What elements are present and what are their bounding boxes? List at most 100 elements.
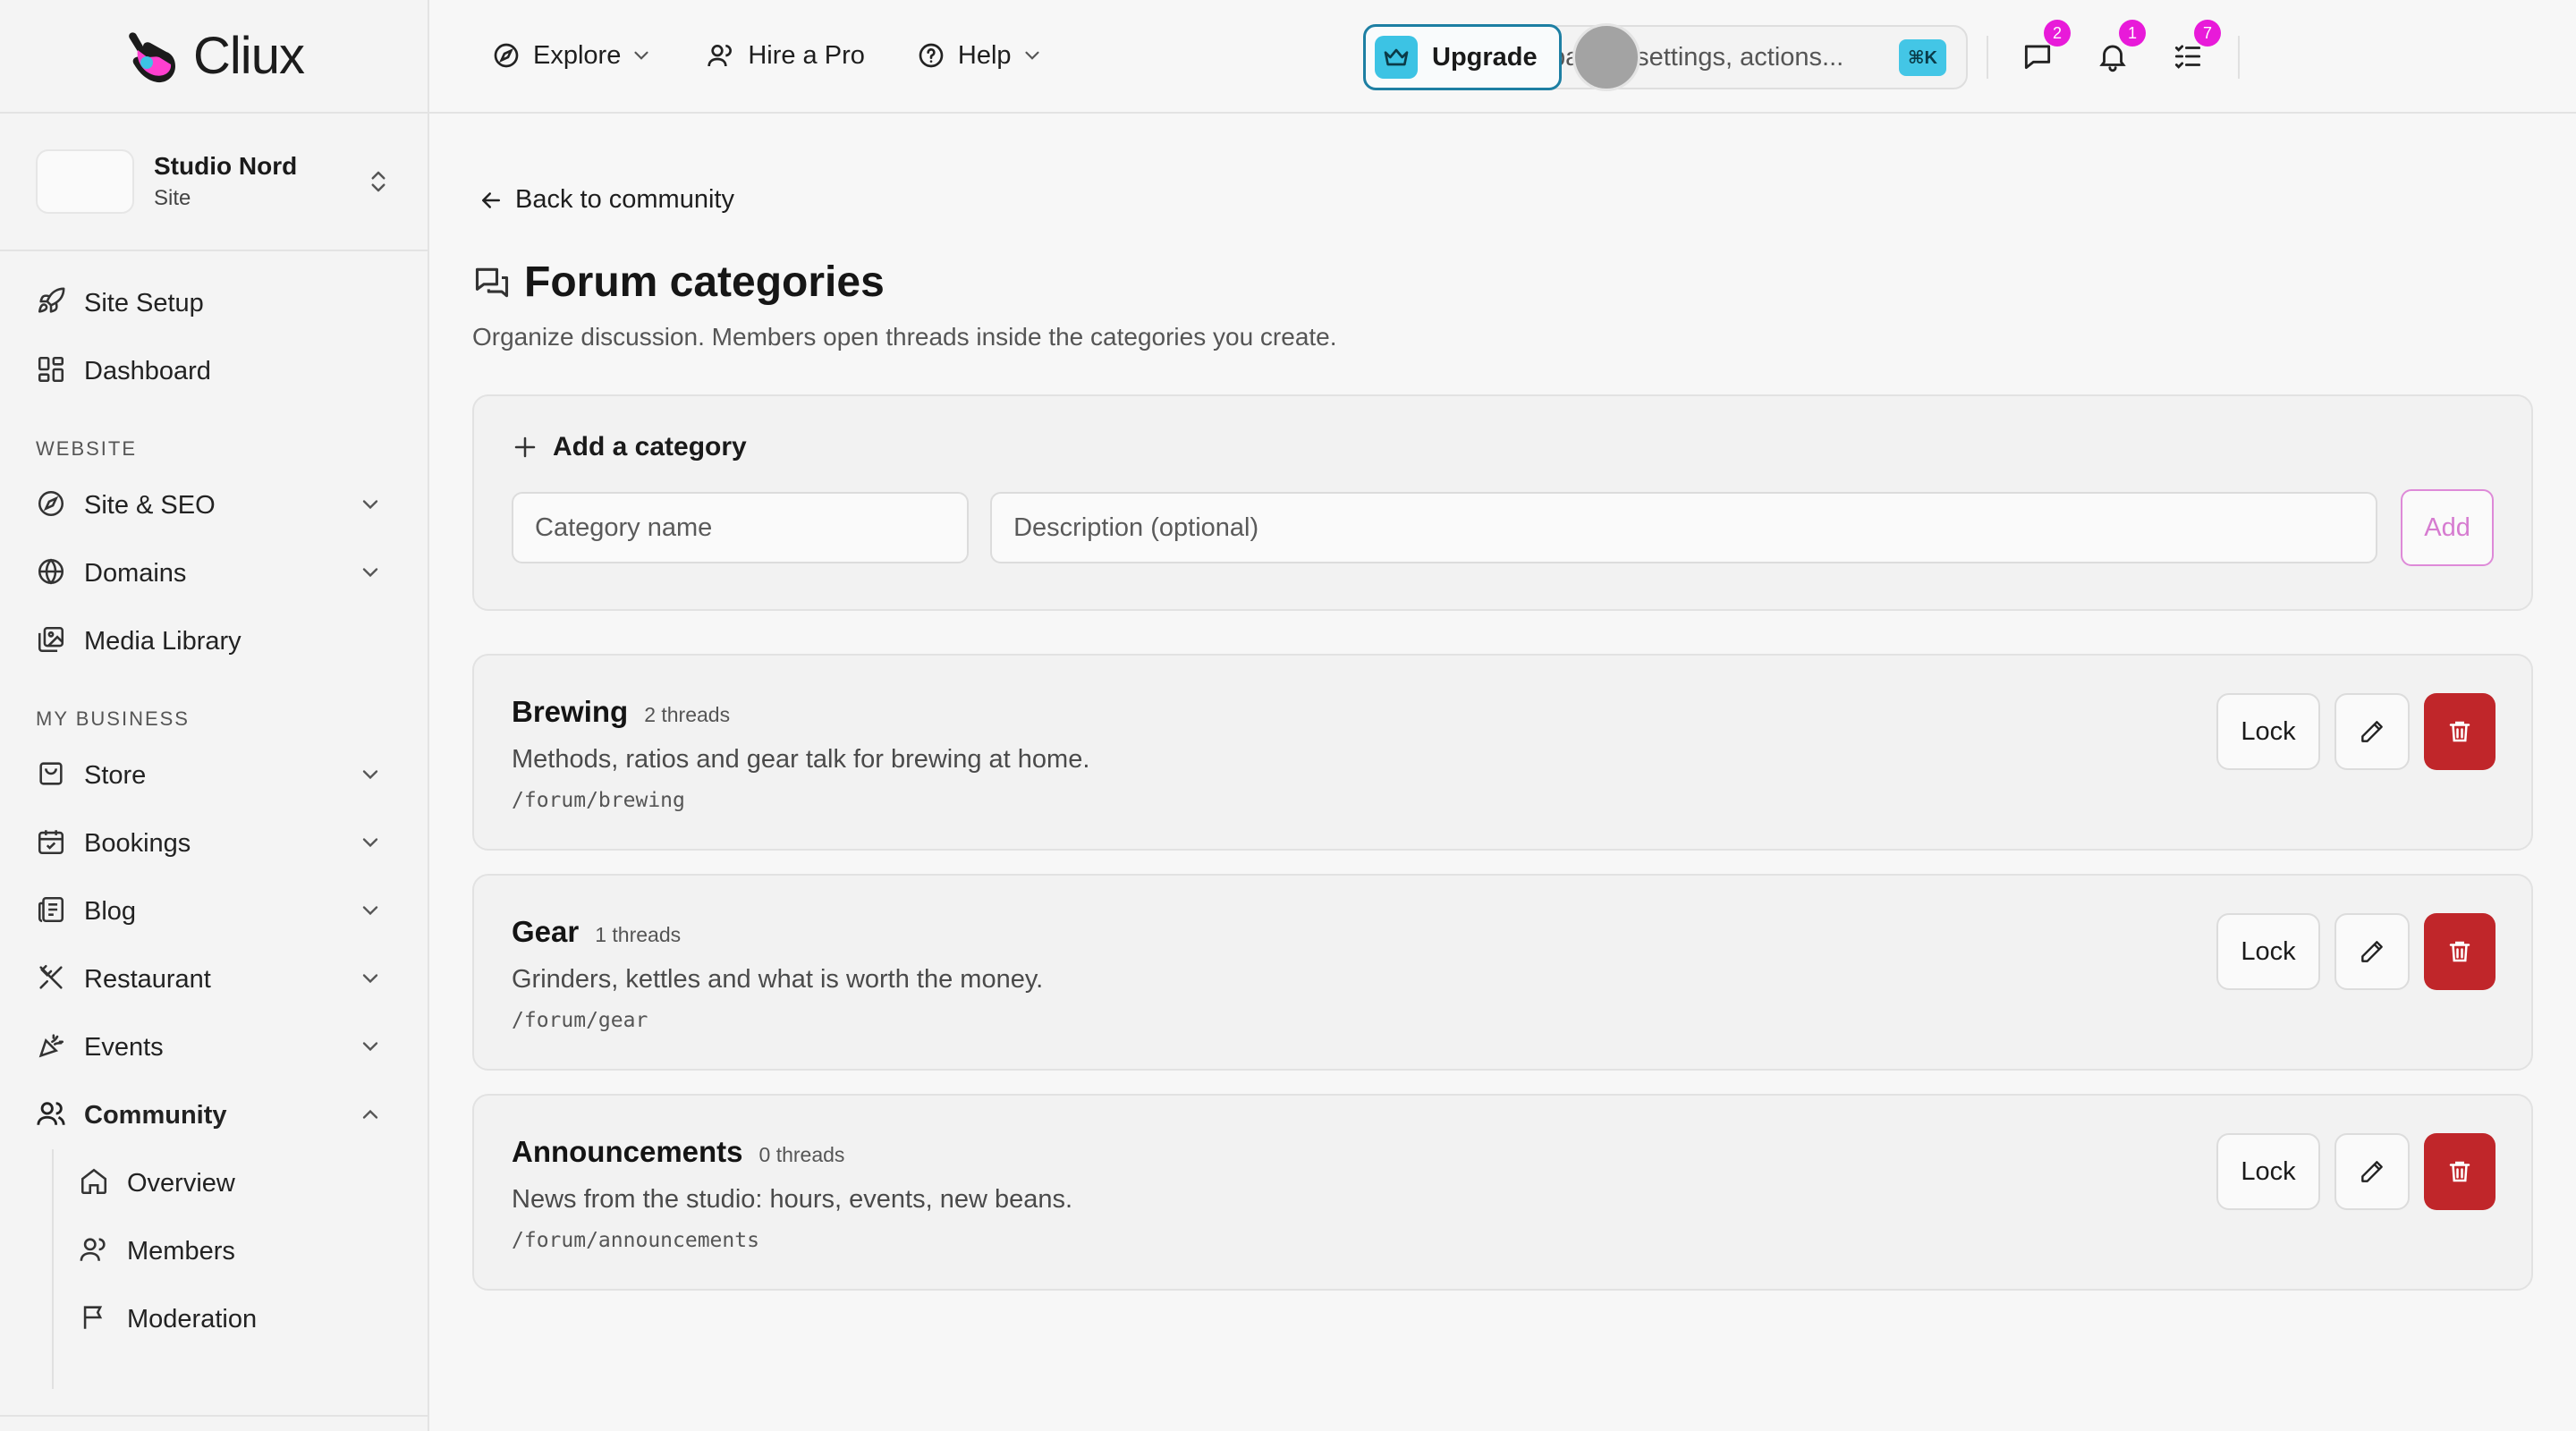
media-icon <box>36 624 70 658</box>
edit-button[interactable] <box>2334 693 2410 770</box>
sidebar-item-members[interactable]: Members <box>0 1217 428 1285</box>
sidebar-item-label: Community <box>84 1100 227 1130</box>
keyboard-shortcut: ⌘K <box>1899 38 1946 76</box>
lock-button[interactable]: Lock <box>2216 913 2320 990</box>
messages-badge: 2 <box>2044 20 2071 47</box>
chevron-down-icon <box>630 44 655 69</box>
user-icon <box>79 1234 113 1268</box>
category-name: Gear <box>512 915 580 948</box>
section-website: WEBSITE <box>36 437 138 460</box>
delete-button[interactable] <box>2424 1133 2496 1210</box>
chevron-down-icon <box>358 966 385 993</box>
shopping-bag-icon <box>36 758 70 792</box>
back-label: Back to community <box>515 185 734 214</box>
trash-icon <box>2446 1158 2473 1185</box>
category-name-input[interactable] <box>512 492 970 563</box>
users-icon <box>36 1098 70 1132</box>
explore-label: Explore <box>533 41 622 70</box>
category-description: Methods, ratios and gear talk for brewin… <box>512 745 1090 774</box>
globe-icon <box>36 556 70 590</box>
category-description: News from the studio: hours, events, new… <box>512 1185 1073 1214</box>
sidebar-item-site-setup[interactable]: Site Setup <box>0 269 428 337</box>
category-name: Brewing <box>512 695 629 728</box>
sidebar-item-restaurant[interactable]: Restaurant <box>0 945 428 1013</box>
trash-icon <box>2446 718 2473 745</box>
chevron-down-icon <box>358 560 385 587</box>
category-name: Announcements <box>512 1135 743 1168</box>
sidebar-item-label: Bookings <box>84 828 191 858</box>
explore-menu[interactable]: Explore <box>492 41 655 72</box>
page-description: Organize discussion. Members open thread… <box>472 323 1337 351</box>
edit-button[interactable] <box>2334 913 2410 990</box>
sidebar-item-media-library[interactable]: Media Library <box>0 607 428 675</box>
sidebar-item-overview[interactable]: Overview <box>0 1149 428 1217</box>
tasks-button[interactable]: 7 <box>2167 20 2221 77</box>
sidebar-item-label: Members <box>127 1236 235 1266</box>
sidebar-item-site-seo[interactable]: Site & SEO <box>0 471 428 539</box>
upgrade-button[interactable]: Upgrade <box>1363 24 1562 90</box>
notifications-button[interactable]: 1 <box>2092 20 2146 77</box>
sidebar-item-domains[interactable]: Domains <box>0 539 428 607</box>
pencil-icon <box>2358 937 2386 966</box>
delete-button[interactable] <box>2424 693 2496 770</box>
plus-icon <box>512 434 553 461</box>
add-category-card: Add a category Add <box>472 394 2533 611</box>
sidebar-item-store[interactable]: Store <box>0 741 428 809</box>
main-content: Back to community Forum categories Organ… <box>472 114 2533 1291</box>
topbar: Explore Hire a Pro Help Search pages, se… <box>429 0 2576 114</box>
category-slug: /forum/announcements <box>512 1229 759 1252</box>
divider <box>2238 36 2240 79</box>
rocket-icon <box>36 286 70 320</box>
thread-count: 2 threads <box>644 703 731 726</box>
help-label: Help <box>957 41 1012 70</box>
thread-count: 1 threads <box>595 923 682 946</box>
delete-button[interactable] <box>2424 913 2496 990</box>
sidebar-item-events[interactable]: Events <box>0 1013 428 1081</box>
edit-button[interactable] <box>2334 1133 2410 1210</box>
section-my-business: MY BUSINESS <box>36 707 190 730</box>
sidebar-item-community[interactable]: Community <box>0 1081 428 1149</box>
home-icon <box>79 1166 113 1200</box>
dashboard-icon <box>36 354 70 388</box>
help-menu[interactable]: Help <box>917 41 1046 72</box>
chevron-down-icon <box>358 762 385 789</box>
sidebar-item-label: Restaurant <box>84 964 211 994</box>
sidebar: Cliux Studio Nord Site Site Setup Dashbo… <box>0 0 429 1431</box>
thread-count: 0 threads <box>758 1143 845 1166</box>
category-description-input[interactable] <box>990 492 2378 563</box>
category-card-brewing: Brewing 2 threads Methods, ratios and ge… <box>472 654 2533 851</box>
lock-button[interactable]: Lock <box>2216 693 2320 770</box>
sidebar-item-label: Media Library <box>84 626 242 656</box>
lock-button[interactable]: Lock <box>2216 1133 2320 1210</box>
sidebar-item-label: Dashboard <box>84 356 211 385</box>
compass-icon <box>36 488 70 522</box>
chevron-up-icon <box>358 1102 385 1129</box>
forum-icon <box>472 263 524 302</box>
sidebar-item-moderation[interactable]: Moderation <box>0 1285 428 1353</box>
sidebar-item-blog[interactable]: Blog <box>0 877 428 945</box>
add-category-button[interactable]: Add <box>2401 489 2495 566</box>
crown-icon <box>1375 36 1418 79</box>
page-title: Forum categories <box>524 258 885 306</box>
sidebar-footer-divider <box>0 1415 428 1431</box>
brand[interactable]: Cliux <box>0 0 428 114</box>
avatar[interactable] <box>1572 23 1640 91</box>
sidebar-item-bookings[interactable]: Bookings <box>0 809 428 877</box>
back-to-community-link[interactable]: Back to community <box>472 185 2533 215</box>
messages-button[interactable]: 2 <box>2017 20 2071 77</box>
tasks-badge: 7 <box>2194 20 2221 47</box>
sidebar-item-label: Store <box>84 760 147 790</box>
chevron-down-icon <box>358 830 385 857</box>
brand-logo-icon <box>123 27 181 86</box>
category-slug: /forum/gear <box>512 1009 648 1032</box>
hire-a-pro-link[interactable]: Hire a Pro <box>707 41 865 72</box>
sidebar-item-dashboard[interactable]: Dashboard <box>0 337 428 405</box>
site-switcher[interactable]: Studio Nord Site <box>0 114 428 251</box>
chevron-down-icon <box>1021 44 1046 69</box>
help-circle-icon <box>917 41 947 72</box>
divider <box>1987 36 1988 79</box>
trash-icon <box>2446 938 2473 965</box>
site-name: Studio Nord <box>154 152 298 180</box>
hire-label: Hire a Pro <box>748 41 865 70</box>
pencil-icon <box>2358 717 2386 746</box>
